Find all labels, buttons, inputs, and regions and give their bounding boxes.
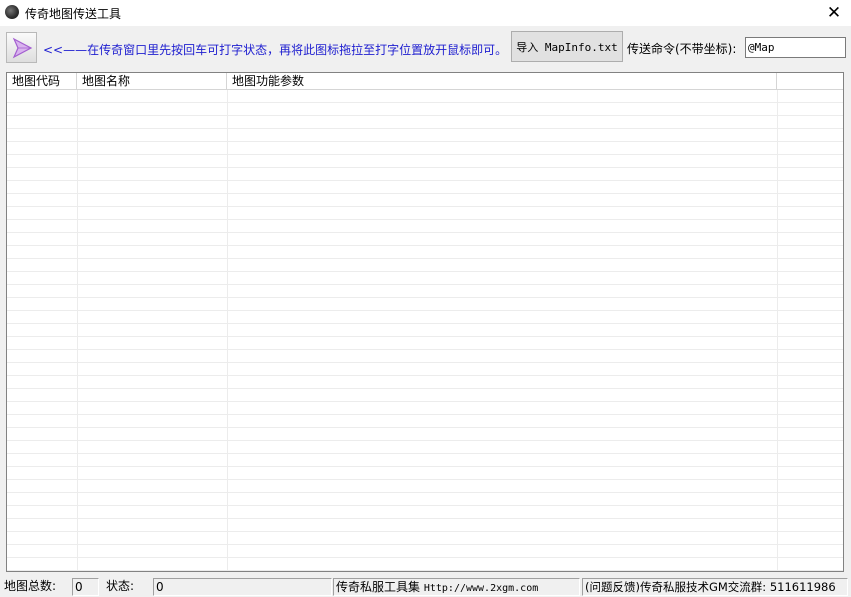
grid-divider xyxy=(227,90,228,571)
column-extra[interactable] xyxy=(777,73,843,89)
title-bar: 传奇地图传送工具 ✕ xyxy=(0,0,851,26)
map-count-label: 地图总数: xyxy=(4,579,57,593)
state-value: 0 xyxy=(153,578,332,596)
command-input[interactable] xyxy=(745,37,846,58)
map-list[interactable]: 地图代码 地图名称 地图功能参数 xyxy=(6,72,844,572)
import-mapinfo-button[interactable]: 导入 MapInfo.txt xyxy=(511,31,623,62)
state-label: 状态: xyxy=(106,579,135,593)
app-logo-icon xyxy=(5,5,19,19)
grid-divider xyxy=(77,90,78,571)
command-label: 传送命令(不带坐标): xyxy=(627,42,737,56)
map-count-value: 0 xyxy=(72,578,99,596)
column-map-params[interactable]: 地图功能参数 xyxy=(227,73,777,89)
close-button[interactable]: ✕ xyxy=(817,0,851,26)
feedback-info: (问题反馈)传奇私服技术GM交流群: 511611986 xyxy=(582,578,848,596)
toolset-link[interactable]: 传奇私服工具集 Http://www.2xgm.com xyxy=(333,578,580,596)
column-map-name[interactable]: 地图名称 xyxy=(77,73,227,89)
column-map-code[interactable]: 地图代码 xyxy=(7,73,77,89)
drag-arrow-icon[interactable] xyxy=(6,32,37,63)
drag-hint-text: <<——在传奇窗口里先按回车可打字状态，再将此图标拖拉至打字位置放开鼠标即可。 xyxy=(43,43,508,57)
status-bar: 地图总数: 0 状态: 0 传奇私服工具集 Http://www.2xgm.co… xyxy=(0,576,851,597)
toolbar: <<——在传奇窗口里先按回车可打字状态，再将此图标拖拉至打字位置放开鼠标即可。 … xyxy=(0,26,851,70)
drag-arrow-glyph xyxy=(12,37,33,59)
grid-divider xyxy=(777,90,778,571)
window-title: 传奇地图传送工具 xyxy=(25,7,122,21)
list-header: 地图代码 地图名称 地图功能参数 xyxy=(7,73,843,90)
toolset-label: 传奇私服工具集 xyxy=(336,580,421,594)
feedback-text: (问题反馈)传奇私服技术GM交流群: 511611986 xyxy=(585,580,836,594)
list-grid xyxy=(7,90,843,571)
toolset-url: Http://www.2xgm.com xyxy=(423,583,539,594)
